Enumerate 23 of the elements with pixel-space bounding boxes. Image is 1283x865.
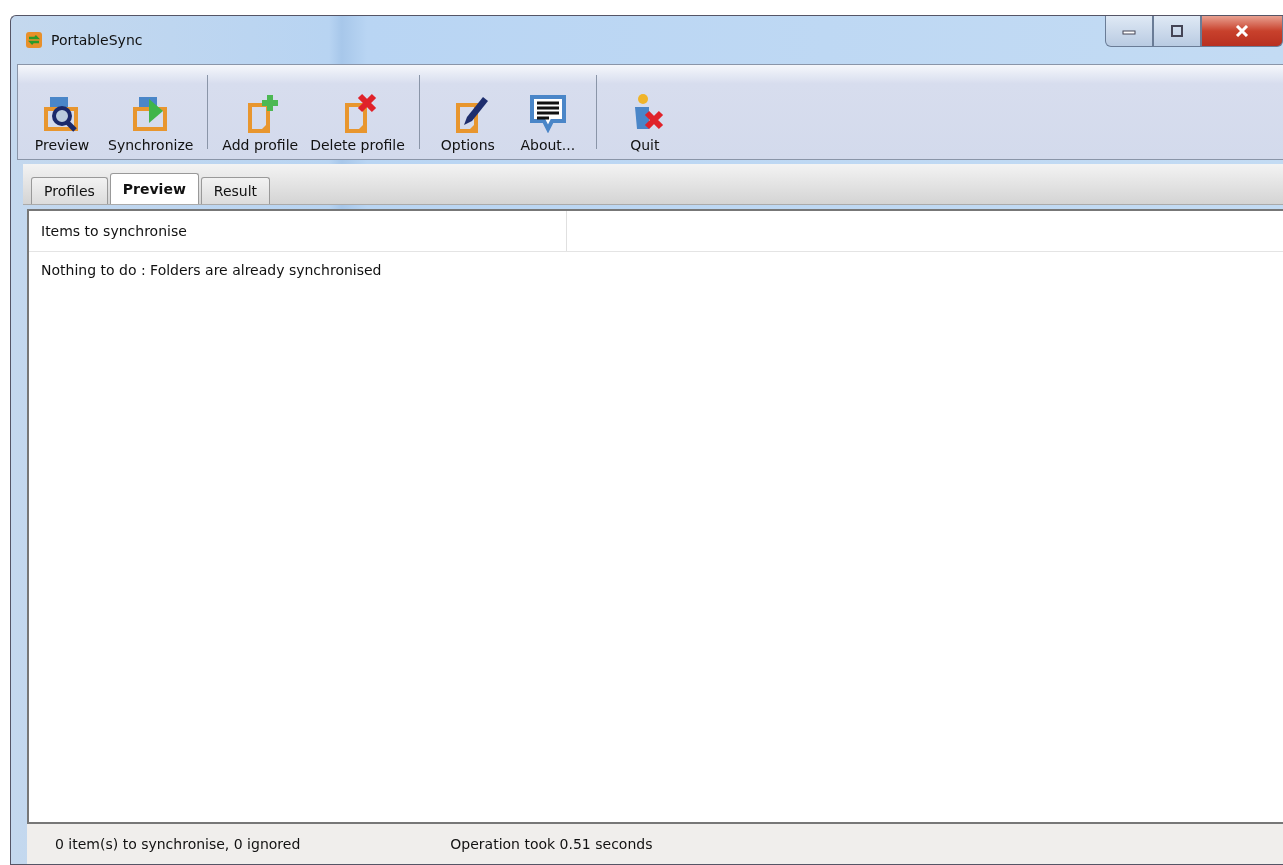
toolbar-button[interactable]: About... [507, 65, 588, 159]
app-icon [25, 31, 43, 49]
toolbar-button[interactable]: Quit [604, 65, 685, 159]
toolbar-button[interactable]: Preview [22, 65, 102, 159]
tab[interactable]: Result [200, 177, 271, 204]
list-item: Nothing to do : Folders are already synchronised [40, 261, 383, 280]
window-title: PortableSync [51, 32, 143, 48]
close-button[interactable] [1201, 16, 1283, 47]
minimize-icon [1122, 27, 1136, 35]
minimize-button[interactable] [1105, 16, 1153, 47]
tab[interactable]: Profiles [31, 177, 108, 204]
toolbar-button[interactable]: Delete profile [304, 65, 411, 159]
status-text: Operation took 0.51 seconds [450, 836, 653, 852]
status-text: 0 item(s) to synchronise, 0 ignored [55, 836, 301, 852]
maximize-icon [1170, 25, 1184, 37]
column-header[interactable]: Items to synchronise [29, 211, 567, 251]
toolbar-button[interactable]: Add profile [216, 65, 305, 159]
maximize-button[interactable] [1153, 16, 1201, 47]
toolbar-button[interactable]: Options [427, 65, 508, 159]
close-icon [1234, 25, 1250, 37]
tab[interactable]: Preview [109, 173, 199, 204]
speech-bubble-icon [527, 93, 568, 133]
toolbar-button[interactable]: Synchronize [102, 65, 200, 159]
